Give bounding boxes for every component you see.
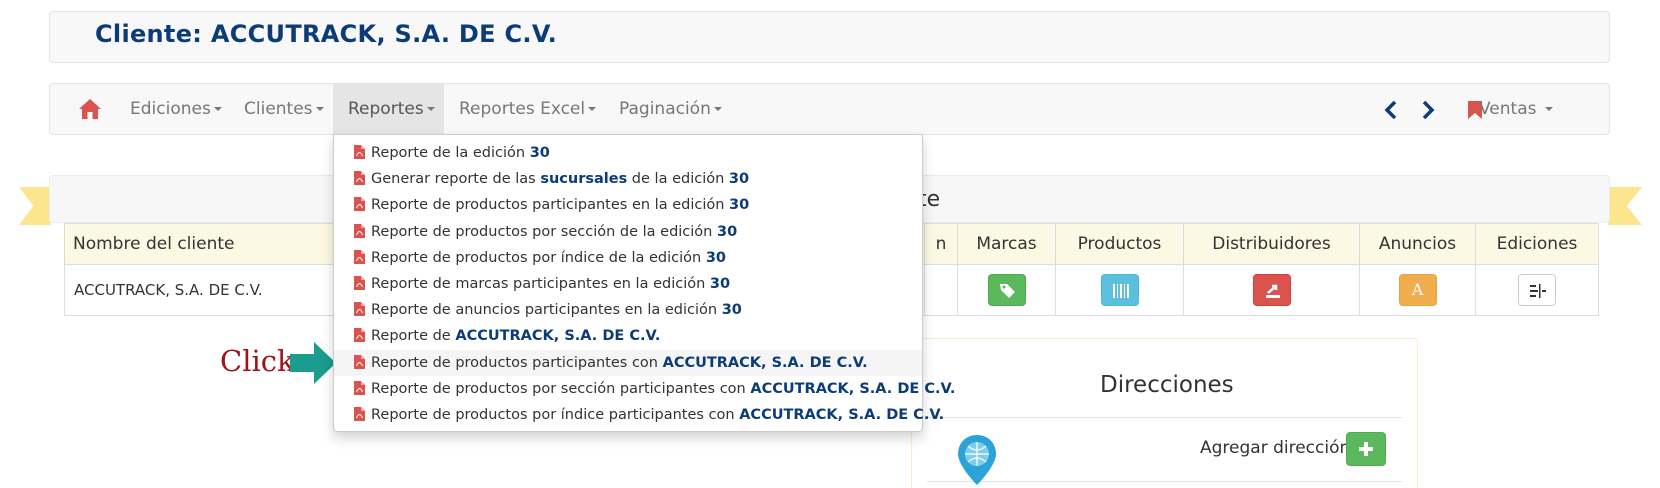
cell-anuncios: A <box>1359 264 1476 316</box>
dropdown-item[interactable]: Reporte de productos participantes en la… <box>334 192 922 218</box>
nav-ventas[interactable]: Ventas <box>1479 84 1553 134</box>
caret-down-icon <box>213 107 222 111</box>
align-icon <box>1530 284 1546 298</box>
nav-clientes[interactable]: Clientes <box>229 84 339 134</box>
cell-distribuidores <box>1183 264 1360 316</box>
caret-down-icon <box>426 107 435 111</box>
dropdown-item[interactable]: Reporte de productos por sección partici… <box>334 376 955 402</box>
pdf-icon <box>354 381 365 395</box>
barcode-icon <box>1112 284 1129 298</box>
pdf-icon <box>354 276 365 290</box>
pdf-icon <box>354 407 365 421</box>
dropdown-item[interactable]: Reporte de productos por sección de la e… <box>334 219 922 245</box>
chevron-left-icon[interactable] <box>1383 100 1399 120</box>
caret-down-icon <box>713 107 722 111</box>
direcciones-title: Direcciones <box>1100 372 1234 398</box>
productos-button[interactable] <box>1100 274 1139 306</box>
nav-reportes-excel[interactable]: Reportes Excel <box>444 84 611 134</box>
col-productos: Productos <box>1055 223 1184 265</box>
export-icon <box>1265 284 1280 298</box>
cell-partial <box>924 264 958 316</box>
pdf-icon <box>354 355 365 369</box>
pdf-icon <box>354 328 365 342</box>
marcas-button[interactable] <box>987 274 1026 306</box>
ribbon-right <box>1608 187 1642 225</box>
pdf-icon <box>354 171 365 185</box>
col-ediciones: Ediciones <box>1475 223 1599 265</box>
anuncios-button[interactable]: A <box>1398 274 1437 306</box>
dropdown-item[interactable]: Reporte de ACCUTRACK, S.A. DE C.V. <box>334 323 922 349</box>
cell-ediciones <box>1475 264 1599 316</box>
dropdown-item[interactable]: Reporte de productos por índice de la ed… <box>334 245 922 271</box>
dropdown-item[interactable]: Reporte de la edición 30 <box>334 140 922 166</box>
dropdown-item[interactable]: Reporte de productos por índice particip… <box>334 402 944 428</box>
pdf-icon <box>354 250 365 264</box>
nav-ediciones[interactable]: Ediciones <box>115 84 237 134</box>
cell-productos <box>1055 264 1184 316</box>
add-address-button[interactable] <box>1346 432 1386 466</box>
pdf-icon <box>354 302 365 316</box>
caret-down-icon <box>315 107 324 111</box>
home-icon[interactable] <box>78 98 102 120</box>
dropdown-item[interactable]: Reporte de anuncios participantes en la … <box>334 297 922 323</box>
chevron-right-icon[interactable] <box>1420 100 1436 120</box>
pdf-icon <box>354 224 365 238</box>
tags-icon <box>999 284 1015 298</box>
plus-icon <box>1359 442 1373 456</box>
dropdown-item[interactable]: Reporte de marcas participantes en la ed… <box>334 271 922 297</box>
divider <box>927 417 1402 418</box>
cell-marcas <box>957 264 1056 316</box>
col-marcas: Marcas <box>957 223 1056 265</box>
ribbon-left <box>19 187 51 225</box>
add-address-label: Agregar dirección <box>1200 438 1351 458</box>
ediciones-button[interactable] <box>1518 274 1556 306</box>
arrow-right-icon <box>290 342 336 384</box>
col-distribuidores: Distribuidores <box>1183 223 1360 265</box>
click-annotation: Click <box>220 344 295 378</box>
page-title: Cliente: ACCUTRACK, S.A. DE C.V. <box>95 20 558 48</box>
col-anuncios: Anuncios <box>1359 223 1476 265</box>
pdf-icon <box>354 145 365 159</box>
nav-paginacion[interactable]: Paginación <box>604 84 737 134</box>
col-partial: n <box>924 223 958 265</box>
caret-down-icon <box>588 107 597 111</box>
dropdown-item[interactable]: Reporte de productos participantes con A… <box>334 350 922 376</box>
nav-reportes[interactable]: Reportes <box>333 84 444 134</box>
caret-down-icon <box>1544 107 1553 111</box>
map-pin-icon <box>958 435 996 485</box>
pdf-icon <box>354 197 365 211</box>
distribuidores-button[interactable] <box>1252 274 1291 306</box>
dropdown-item[interactable]: Generar reporte de las sucursales de la … <box>334 166 922 192</box>
